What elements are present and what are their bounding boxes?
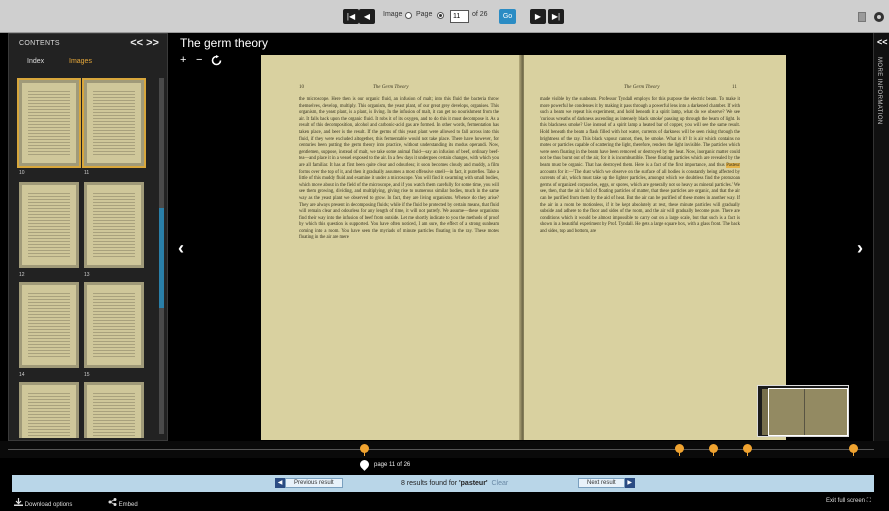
thumbnail-label: 10 <box>19 170 25 176</box>
page-mode-radio[interactable] <box>437 12 444 19</box>
previous-result-label: Previous result <box>285 478 343 488</box>
stack-icon[interactable] <box>856 10 868 22</box>
download-icon <box>14 498 23 506</box>
more-information-label: MORE INFORMATION <box>876 57 882 125</box>
thumbnail-label: 13 <box>84 272 90 278</box>
download-options-button[interactable]: Download options <box>14 498 72 508</box>
results-count-text: 8 results found for <box>401 480 459 487</box>
scrollbar-thumb[interactable] <box>159 208 164 308</box>
bottom-bar: Download options Embed Exit full screen … <box>0 494 889 511</box>
search-query: 'pasteur' <box>458 480 488 487</box>
next-page-icon: ▶ <box>534 12 542 21</box>
embed-button[interactable]: Embed <box>108 498 138 508</box>
result-marker[interactable] <box>743 444 752 456</box>
page-total-label: of 26 <box>472 11 488 18</box>
expand-info-icon[interactable]: << <box>877 37 888 47</box>
share-icon <box>108 498 117 506</box>
text-segment: made visible by the sunbeam. Professor T… <box>540 97 740 168</box>
result-marker[interactable] <box>675 444 684 456</box>
document-title: The germ theory <box>180 36 269 50</box>
right-page: The Germ Theory 11 made visible by the s… <box>524 55 786 440</box>
clear-search-link[interactable]: Clear <box>492 480 509 487</box>
page-number-input[interactable] <box>450 10 469 23</box>
page-body-text: the microscope. Here then is our organic… <box>299 97 499 241</box>
thumbnail-page-11[interactable] <box>82 78 146 168</box>
zoom-in-button[interactable]: + <box>180 54 186 66</box>
page-body-text: made visible by the sunbeam. Professor T… <box>540 97 740 235</box>
first-page-icon: |◀ <box>346 12 356 21</box>
current-page-text: page 11 of 26 <box>374 462 411 468</box>
page-number: 10 <box>299 85 304 90</box>
app-root: |◀ ◀ Image Page of 26 Go ▶ ▶| CONTENTS <… <box>0 0 889 511</box>
more-information-panel[interactable]: << MORE INFORMATION <box>873 33 889 441</box>
thumbnail-page-13[interactable] <box>84 182 144 268</box>
result-marker[interactable] <box>360 444 369 456</box>
last-page-icon: ▶| <box>551 12 561 21</box>
search-results-bar: ◀ Previous result 8 results found for 'pa… <box>12 475 874 492</box>
thumbnail-label: 14 <box>19 372 25 378</box>
thumbnail-label: 15 <box>84 372 90 378</box>
navigator-minimap[interactable] <box>757 385 849 437</box>
exit-fullscreen-icon: ⛶ <box>866 498 871 504</box>
contents-header: CONTENTS << >> <box>9 34 167 54</box>
previous-spread-arrow[interactable]: ‹ <box>178 238 184 259</box>
page-mode-label: Page <box>416 11 433 18</box>
tab-images[interactable]: Images <box>69 58 92 65</box>
top-toolbar: |◀ ◀ Image Page of 26 Go ▶ ▶| <box>0 0 889 33</box>
thumbnail-scrollbar[interactable] <box>159 78 164 434</box>
result-marker[interactable] <box>709 444 718 456</box>
zoom-out-button[interactable]: − <box>196 54 202 66</box>
running-head: The Germ Theory <box>373 85 409 90</box>
previous-page-icon: ◀ <box>363 12 371 21</box>
settings-icon[interactable] <box>873 10 885 22</box>
thumbnail-page-16[interactable] <box>19 382 79 438</box>
result-marker[interactable] <box>849 444 858 456</box>
thumbnail-list: 10 11 12 13 14 15 <box>16 76 156 438</box>
exit-fullscreen-label: Exit full screen <box>826 498 866 504</box>
results-count: 8 results found for 'pasteur' Clear <box>401 480 508 487</box>
page-number: 11 <box>732 85 737 90</box>
contents-panel: CONTENTS << >> Index Images 10 11 12 13 … <box>8 33 168 441</box>
previous-result-button[interactable]: ◀ Previous result <box>275 478 343 489</box>
running-head: The Germ Theory <box>624 85 660 90</box>
next-page-button[interactable]: ▶ <box>530 9 546 24</box>
thumbnail-page-17[interactable] <box>84 382 144 438</box>
tab-index[interactable]: Index <box>27 58 44 65</box>
rotate-icon[interactable] <box>211 55 222 69</box>
next-result-button[interactable]: Next result ▶ <box>578 478 635 489</box>
collapse-panel-icon[interactable]: << >> <box>130 37 159 49</box>
embed-label: Embed <box>118 502 138 508</box>
next-result-label: Next result <box>578 478 625 488</box>
first-page-button[interactable]: |◀ <box>343 9 359 24</box>
last-page-button[interactable]: ▶| <box>548 9 564 24</box>
thumbnail-label: 11 <box>84 170 90 176</box>
book-spread[interactable]: 10 The Germ Theory the microscope. Here … <box>261 55 786 440</box>
thumbnail-page-12[interactable] <box>19 182 79 268</box>
chevron-left-icon: ◀ <box>275 478 285 488</box>
thumbnail-page-15[interactable] <box>84 282 144 368</box>
minimap-viewport[interactable] <box>768 388 848 436</box>
thumbnail-page-14[interactable] <box>19 282 79 368</box>
location-pin-icon <box>360 460 369 471</box>
next-spread-arrow[interactable]: › <box>857 238 863 259</box>
image-mode-radio[interactable] <box>405 12 412 19</box>
left-page: 10 The Germ Theory the microscope. Here … <box>261 55 521 440</box>
thumbnail-page-10[interactable] <box>17 78 81 168</box>
search-result-strip <box>0 441 889 458</box>
thumbnail-label: 12 <box>19 272 25 278</box>
exit-fullscreen-button[interactable]: Exit full screen ⛶ <box>826 498 871 505</box>
text-segment: accounts for it:—'The dust which we obse… <box>540 169 740 234</box>
go-button[interactable]: Go <box>499 9 516 24</box>
contents-title: CONTENTS <box>19 40 60 47</box>
search-highlight[interactable]: Pasteur <box>726 162 740 168</box>
download-options-label: Download options <box>24 502 73 508</box>
image-mode-label: Image <box>383 11 403 18</box>
chevron-right-icon: ▶ <box>624 478 635 488</box>
previous-page-button[interactable]: ◀ <box>359 9 375 24</box>
